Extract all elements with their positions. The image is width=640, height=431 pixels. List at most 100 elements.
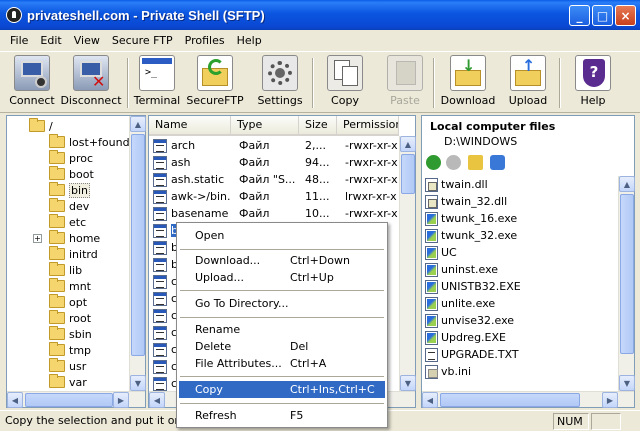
tree-item[interactable]: initrd — [49, 246, 98, 262]
scroll-right-button[interactable]: ▶ — [113, 392, 129, 408]
scroll-left-button[interactable]: ◀ — [7, 392, 23, 408]
local-file-item[interactable]: unlite.exe — [425, 295, 495, 312]
scroll-up-button[interactable]: ▲ — [619, 176, 635, 192]
column-header-size[interactable]: Size — [299, 116, 337, 136]
local-file-item[interactable]: UNISTB32.EXE — [425, 278, 521, 295]
scroll-down-button[interactable]: ▼ — [130, 375, 146, 391]
remote-folder-tree[interactable]: / lost+found proc boot bin dev etc home initrd li… — [6, 115, 146, 408]
ctx-delete[interactable]: Delete Del — [179, 338, 385, 355]
maximize-button[interactable]: □ — [592, 5, 613, 26]
tree-item[interactable]: tmp — [49, 342, 91, 358]
local-file-item[interactable]: twunk_16.exe — [425, 210, 517, 227]
files-vertical-scrollbar[interactable]: ▲ ▼ — [399, 136, 416, 391]
settings-button[interactable]: Settings — [252, 55, 308, 107]
local-vertical-scrollbar[interactable]: ▲ ▼ — [618, 176, 635, 391]
scroll-thumb[interactable] — [25, 393, 113, 407]
tree-expand-toggle[interactable]: + — [33, 234, 42, 243]
menu-file[interactable]: File — [4, 34, 34, 47]
file-row[interactable]: ash Файл 94... -rwxr-xr-x — [151, 155, 399, 172]
ctx-go-to-directory[interactable]: Go To Directory... — [179, 295, 385, 312]
local-file-name: Updreg.EXE — [441, 331, 506, 344]
download-button[interactable]: ↓ Download — [440, 55, 496, 107]
tree-item[interactable]: opt — [49, 294, 87, 310]
local-file-name: UC — [441, 246, 457, 259]
tree-item[interactable]: bin — [49, 182, 91, 198]
ctx-refresh[interactable]: Refresh F5 — [179, 407, 385, 424]
local-horizontal-scrollbar[interactable]: ◀ ▶ — [422, 391, 634, 408]
tree-item[interactable]: var — [49, 374, 87, 390]
paste-button[interactable]: Paste — [377, 55, 433, 107]
local-file-item[interactable]: twain.dll — [425, 176, 488, 193]
file-row[interactable]: awk->/bin... Файл 11... lrwxr-xr-x — [151, 189, 399, 206]
scroll-right-button[interactable]: ▶ — [602, 392, 618, 408]
ctx-upload[interactable]: Upload... Ctrl+Up — [179, 269, 385, 286]
tree-horizontal-scrollbar[interactable]: ◀ ▶ — [7, 391, 145, 408]
scroll-thumb[interactable] — [440, 393, 580, 407]
file-row[interactable]: basename Файл 10... -rwxr-xr-x — [151, 206, 399, 223]
scroll-thumb[interactable] — [401, 154, 415, 194]
tree-item[interactable]: sbin — [49, 326, 92, 342]
scroll-left-button[interactable]: ◀ — [422, 392, 438, 408]
local-file-item[interactable]: vb.ini — [425, 363, 471, 380]
local-file-name: twunk_16.exe — [441, 212, 518, 225]
scroll-down-button[interactable]: ▼ — [619, 375, 635, 391]
tree-item[interactable]: etc — [49, 214, 86, 230]
scroll-down-button[interactable]: ▼ — [400, 375, 416, 391]
minimize-button[interactable]: _ — [569, 5, 590, 26]
menu-view[interactable]: View — [68, 34, 106, 47]
tree-item[interactable]: usr — [49, 358, 86, 374]
local-file-item[interactable]: unvise32.exe — [425, 312, 514, 329]
tree-item[interactable]: lost+found — [49, 134, 130, 150]
scroll-up-button[interactable]: ▲ — [400, 136, 416, 152]
forward-arrow-icon[interactable] — [446, 155, 461, 170]
local-file-item[interactable]: twunk_32.exe — [425, 227, 517, 244]
menu-help[interactable]: Help — [231, 34, 268, 47]
terminal-button[interactable]: >_ Terminal — [129, 55, 185, 107]
menu-secure-ftp[interactable]: Secure FTP — [106, 34, 179, 47]
tree-item[interactable]: boot — [49, 166, 94, 182]
tree-item[interactable]: lib — [49, 262, 82, 278]
tree-item[interactable]: dev — [49, 198, 89, 214]
scroll-thumb[interactable] — [131, 134, 145, 356]
ctx-copy[interactable]: Copy Ctrl+Ins,Ctrl+C — [179, 381, 385, 398]
title-bar[interactable]: privateshell.com - Private Shell (SFTP) … — [0, 0, 640, 30]
column-header-type[interactable]: Type — [231, 116, 299, 136]
column-header-permissions[interactable]: Permissions — [337, 116, 399, 136]
menu-separator — [180, 290, 384, 291]
local-file-item[interactable]: Updreg.EXE — [425, 329, 506, 346]
secureftp-button[interactable]: SecureFTP — [186, 55, 244, 107]
scroll-thumb[interactable] — [620, 194, 634, 354]
local-file-item[interactable]: UPGRADE.TXT — [425, 346, 519, 363]
file-row[interactable]: ash.static Файл "S... 48... -rwxr-xr-x — [151, 172, 399, 189]
drives-icon[interactable] — [490, 155, 505, 170]
tree-item[interactable]: proc — [49, 150, 93, 166]
column-header-name[interactable]: Name — [149, 116, 231, 136]
local-files-panel[interactable]: Local computer files D:\WINDOWS twain.dl… — [421, 115, 635, 408]
ctx-rename[interactable]: Rename — [179, 321, 385, 338]
menu-edit[interactable]: Edit — [34, 34, 67, 47]
scroll-left-button[interactable]: ◀ — [149, 392, 165, 408]
local-file-item[interactable]: uninst.exe — [425, 261, 498, 278]
back-arrow-icon[interactable] — [426, 155, 441, 170]
close-button[interactable]: × — [615, 5, 636, 26]
local-file-item[interactable]: twain_32.dll — [425, 193, 507, 210]
tree-item[interactable]: home — [49, 230, 100, 246]
connect-button[interactable]: Connect — [4, 55, 60, 107]
tree-item[interactable]: root — [49, 310, 91, 326]
tree-vertical-scrollbar[interactable]: ▲ ▼ — [129, 116, 146, 391]
disconnect-button[interactable]: ✕ Disconnect — [60, 55, 122, 107]
upload-button[interactable]: ↑ Upload — [500, 55, 556, 107]
ctx-open[interactable]: Open — [179, 227, 385, 244]
menu-profiles[interactable]: Profiles — [179, 34, 231, 47]
tree-item[interactable]: mnt — [49, 278, 91, 294]
ctx-file-attributes[interactable]: File Attributes... Ctrl+A — [179, 355, 385, 372]
copy-button[interactable]: Copy — [317, 55, 373, 107]
ctx-download[interactable]: Download... Ctrl+Down — [179, 252, 385, 269]
tree-item-root[interactable]: / — [29, 118, 53, 134]
up-folder-icon[interactable] — [468, 155, 483, 170]
help-button[interactable]: ? Help — [565, 55, 621, 107]
file-row[interactable]: arch Файл 2,... -rwxr-xr-x — [151, 138, 399, 155]
scroll-up-button[interactable]: ▲ — [130, 116, 146, 132]
tree-item-label: / — [49, 119, 53, 133]
local-file-item[interactable]: UC — [425, 244, 457, 261]
